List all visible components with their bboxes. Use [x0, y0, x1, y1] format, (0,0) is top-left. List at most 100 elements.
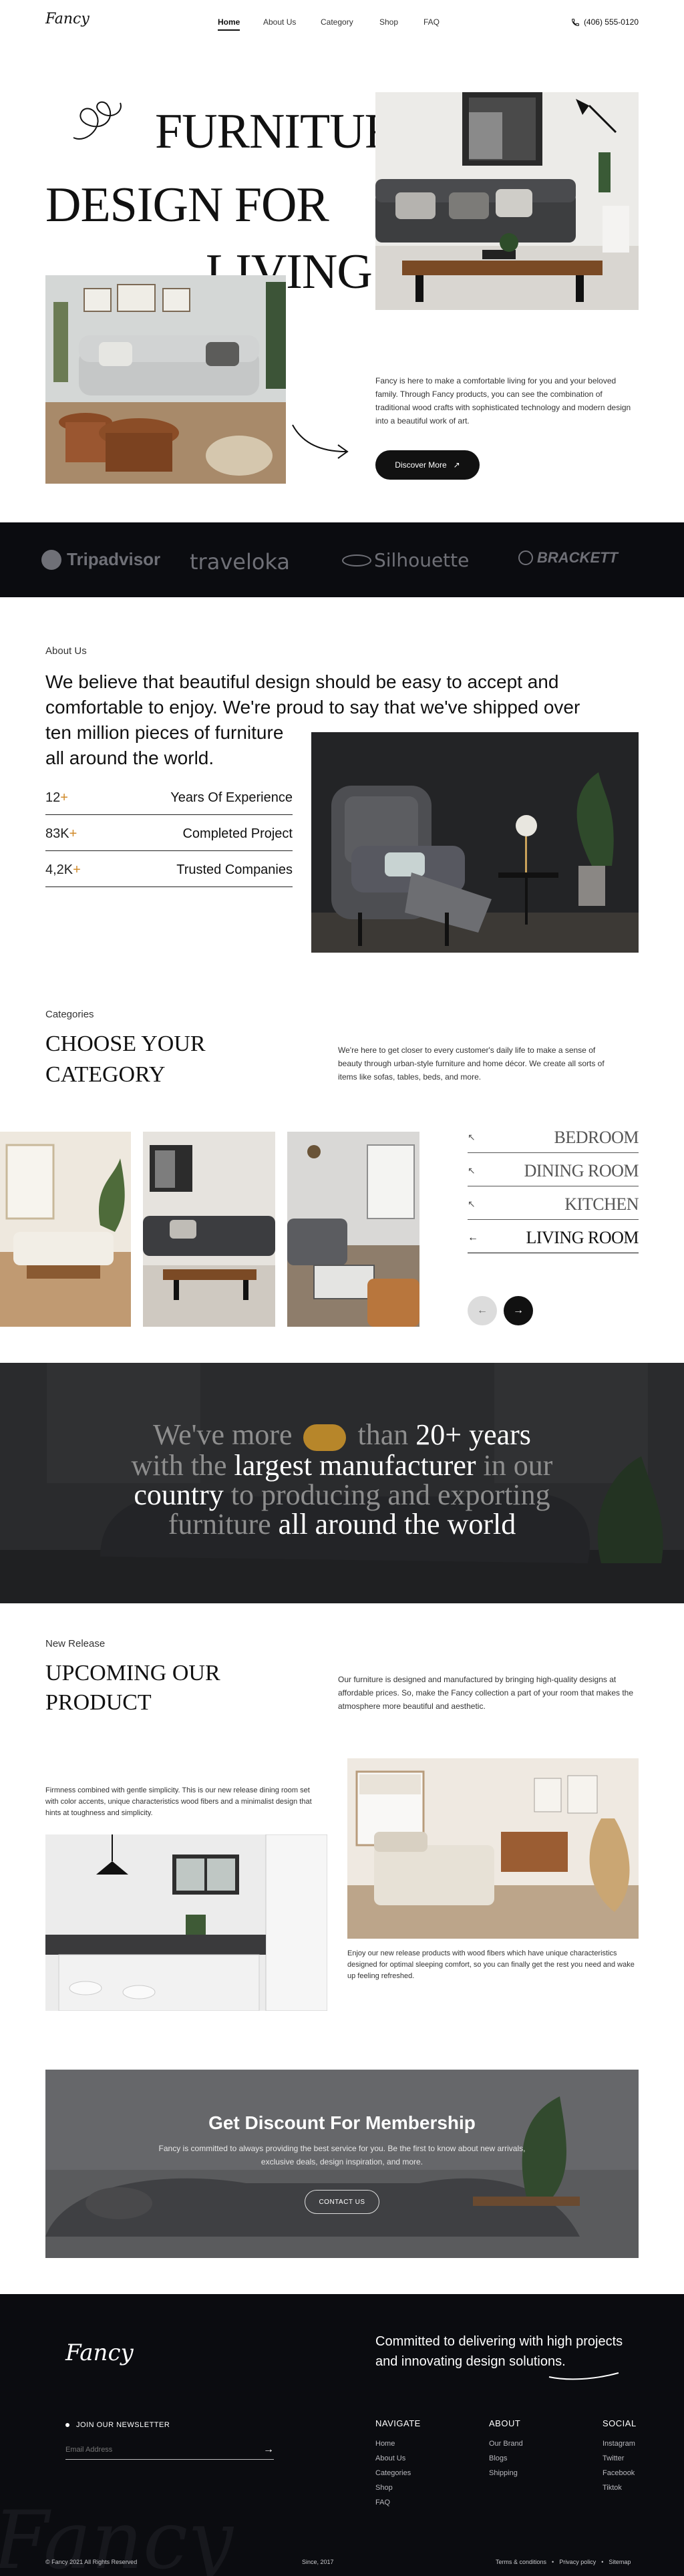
- stat-label: Years Of Experience: [170, 790, 293, 805]
- release-right-caption: Enjoy our new release products with wood…: [347, 1949, 635, 1980]
- arrow-up-left-icon: ↖: [468, 1165, 476, 1176]
- footer-link-shipping[interactable]: Shipping: [489, 2466, 523, 2480]
- nav-link-faq[interactable]: FAQ: [423, 17, 440, 27]
- nav-link-about-us[interactable]: About Us: [263, 17, 296, 27]
- footer-link-instagram[interactable]: Instagram: [603, 2436, 637, 2451]
- brand-traveloka: traveloka: [190, 549, 290, 575]
- nav-link-category[interactable]: Category: [321, 17, 353, 27]
- footer-legal-links: Terms & conditions • Privacy policy • Si…: [496, 2559, 631, 2565]
- footer-column-title: NAVIGATE: [375, 2418, 421, 2428]
- category-label: LIVING ROOM: [526, 1227, 639, 1247]
- release-title-line1: UPCOMING OUR: [45, 1661, 220, 1685]
- brand-logo-strip: Tripadvisor traveloka Silhouette BRACKET…: [0, 522, 684, 597]
- tripadvisor-owl-icon: [41, 549, 61, 570]
- decorative-swirl: [73, 101, 122, 140]
- footer-logo[interactable]: Fancy: [65, 2340, 134, 2366]
- site-footer: Fancy Fancy Committed to delivering with…: [0, 2294, 684, 2576]
- statement-part: to producing and exporting: [230, 1478, 550, 1511]
- stat-label: Completed Project: [182, 826, 293, 841]
- release-bedroom-image: [347, 1758, 639, 1939]
- category-image-living-3[interactable]: [287, 1132, 419, 1327]
- footer-social-column: SOCIAL Instagram Twitter Facebook Tiktok: [603, 2418, 637, 2495]
- stat-label: Trusted Companies: [176, 862, 293, 877]
- category-label: KITCHEN: [564, 1194, 639, 1214]
- discover-more-label: Discover More: [395, 460, 447, 470]
- footer-link-shop[interactable]: Shop: [375, 2480, 421, 2495]
- footer-tagline: Committed to delivering with high projec…: [375, 2334, 623, 2369]
- brand-silhouette-label: Silhouette: [374, 549, 470, 571]
- sofa-thumbnail-icon: [303, 1424, 347, 1451]
- membership-text: Fancy is committed to always providing t…: [158, 2144, 526, 2166]
- categories-title-line2: CATEGORY: [45, 1062, 166, 1087]
- category-label: BEDROOM: [554, 1127, 639, 1147]
- footer-link-home[interactable]: Home: [375, 2436, 421, 2451]
- statement-part: with the: [131, 1448, 227, 1482]
- footer-link-twitter[interactable]: Twitter: [603, 2451, 637, 2466]
- carousel-prev-button[interactable]: ←: [468, 1296, 497, 1325]
- hero-living-room-image: [375, 92, 639, 310]
- nav-link-home[interactable]: Home: [218, 17, 240, 31]
- footer-link-faq[interactable]: FAQ: [375, 2495, 421, 2510]
- category-item-living-room[interactable]: ← LIVING ROOM: [468, 1223, 639, 1253]
- category-image-living-2[interactable]: [143, 1132, 275, 1327]
- carousel-next-button[interactable]: →: [504, 1296, 533, 1325]
- arrow-up-left-icon: ↖: [468, 1198, 476, 1209]
- privacy-policy-link[interactable]: Privacy policy: [559, 2559, 596, 2565]
- release-kitchen-image: [45, 1834, 327, 2011]
- stat-value: 12: [45, 790, 61, 805]
- contact-us-button[interactable]: CONTACT US: [305, 2190, 379, 2214]
- footer-link-about-us[interactable]: About Us: [375, 2451, 421, 2466]
- newsletter-label-row: JOIN OUR NEWSLETTER: [65, 2421, 170, 2429]
- categories-title-line1: CHOOSE YOUR: [45, 1031, 206, 1056]
- footer-link-blogs[interactable]: Blogs: [489, 2451, 523, 2466]
- decorative-arrow: [292, 424, 349, 459]
- statement-highlight: largest manufacturer: [234, 1448, 476, 1482]
- arrow-up-left-icon: ↖: [468, 1132, 476, 1142]
- category-item-bedroom[interactable]: ↖ BEDROOM: [468, 1122, 639, 1153]
- brand-silhouette: Silhouette: [342, 549, 469, 571]
- phone-icon: [572, 18, 579, 26]
- brand-logo[interactable]: Fancy: [45, 11, 90, 27]
- about-heading-b: ten million pieces of furniture: [45, 722, 284, 743]
- statement-line-3: country to producing and exporting: [0, 1480, 684, 1510]
- footer-column-title: SOCIAL: [603, 2418, 637, 2428]
- submit-arrow-icon[interactable]: →: [263, 2444, 274, 2456]
- release-description: Our furniture is designed and manufactur…: [338, 1675, 634, 1711]
- sitemap-link[interactable]: Sitemap: [609, 2559, 631, 2565]
- category-label: DINING ROOM: [524, 1160, 639, 1180]
- stat-plus: +: [60, 790, 68, 805]
- stat-plus: +: [73, 862, 81, 877]
- hero-description: Fancy is here to make a comfortable livi…: [375, 376, 631, 426]
- discover-more-button[interactable]: Discover More ↗: [375, 450, 480, 480]
- stat-value: 83K: [45, 826, 69, 841]
- phone-number: (406) 555-0120: [583, 17, 639, 27]
- footer-link-tiktok[interactable]: Tiktok: [603, 2480, 637, 2495]
- category-item-dining-room[interactable]: ↖ DINING ROOM: [468, 1156, 639, 1186]
- footer-link-categories[interactable]: Categories: [375, 2466, 421, 2480]
- about-eyebrow: About Us: [45, 645, 87, 657]
- category-image-living-1[interactable]: [0, 1132, 131, 1327]
- footer-navigate-column: NAVIGATE Home About Us Categories Shop F…: [375, 2418, 421, 2510]
- terms-link[interactable]: Terms & conditions: [496, 2559, 546, 2565]
- stat-value: 4,2K: [45, 862, 73, 877]
- statement-banner: We've more than 20+ years with the large…: [0, 1363, 684, 1603]
- arrow-right-icon: →: [513, 1305, 524, 1316]
- silhouette-ellipse-icon: [342, 554, 371, 567]
- phone-contact[interactable]: (406) 555-0120: [571, 17, 639, 27]
- contact-us-label: CONTACT US: [319, 2198, 365, 2206]
- hero-title-line2: DESIGN FOR: [45, 178, 329, 232]
- email-input[interactable]: [65, 2445, 239, 2454]
- hero-lounge-image: [45, 275, 286, 484]
- statement-line-2: with the largest manufacturer in our: [0, 1448, 684, 1482]
- stat-trusted-companies: 4,2K+ Trusted Companies: [45, 854, 293, 887]
- footer-link-facebook[interactable]: Facebook: [603, 2466, 637, 2480]
- footer-column-title: ABOUT: [489, 2418, 521, 2428]
- statement-highlight: country: [134, 1478, 224, 1511]
- arrow-left-icon: ←: [468, 1231, 478, 1243]
- category-item-kitchen[interactable]: ↖ KITCHEN: [468, 1189, 639, 1220]
- newsletter-label: JOIN OUR NEWSLETTER: [76, 2421, 170, 2429]
- nav-link-shop[interactable]: Shop: [379, 17, 398, 27]
- statement-part: than: [357, 1418, 409, 1451]
- footer-link-our-brand[interactable]: Our Brand: [489, 2436, 523, 2451]
- categories-eyebrow: Categories: [45, 1009, 94, 1020]
